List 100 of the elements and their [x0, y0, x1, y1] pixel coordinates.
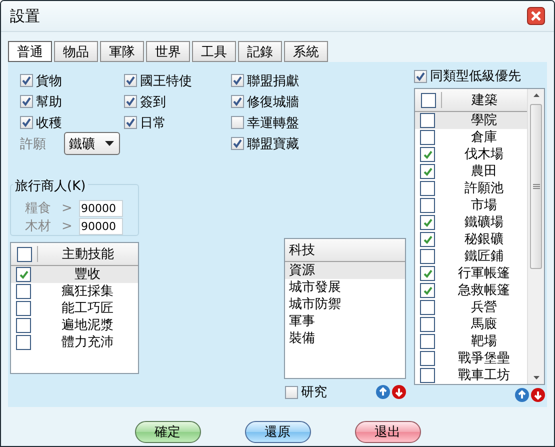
list-row[interactable]: 能工巧匠 [11, 300, 138, 317]
list-row[interactable]: 體力充沛 [11, 334, 138, 351]
checkbox[interactable] [420, 283, 435, 298]
checkbox[interactable] [420, 130, 435, 145]
checkbox[interactable] [284, 386, 298, 398]
list-row[interactable]: 農田 [415, 163, 527, 180]
list-row[interactable]: 軍事 [284, 313, 405, 330]
checkbox[interactable] [420, 368, 435, 383]
tab[interactable]: 記錄 [238, 41, 282, 62]
checkbox[interactable] [420, 92, 436, 108]
tab[interactable]: 世界 [146, 41, 190, 62]
checkbox[interactable] [16, 301, 31, 316]
checkbox-label: 幫助 [36, 94, 62, 110]
tab[interactable]: 普通 [8, 41, 52, 62]
checkbox[interactable] [231, 95, 244, 108]
list-row[interactable]: 瘋狂採集 [11, 283, 138, 300]
move-down-icon[interactable] [392, 385, 406, 399]
list-row[interactable]: 戰爭堡壘 [415, 350, 527, 367]
checkbox[interactable] [231, 116, 244, 129]
list-row[interactable]: 兵營 [415, 299, 527, 316]
operator-label: > [60, 218, 74, 234]
tab[interactable]: 軍隊 [100, 41, 144, 62]
restore-button[interactable]: 還原 [244, 421, 310, 443]
checkbox[interactable] [16, 267, 31, 282]
list-row[interactable]: 鐵礦場 [415, 214, 527, 231]
checkbox[interactable] [420, 164, 435, 179]
list-row[interactable]: 行軍帳篷 [415, 265, 527, 282]
checkbox[interactable] [420, 249, 435, 264]
move-up-icon[interactable] [376, 385, 390, 399]
checkbox[interactable] [124, 95, 137, 108]
checkbox[interactable] [16, 335, 31, 350]
checkbox[interactable] [124, 74, 137, 87]
input-field[interactable]: 90000 [79, 200, 123, 216]
list-row[interactable]: 伐木場 [415, 146, 527, 163]
move-down-icon[interactable] [531, 388, 545, 402]
checkbox[interactable] [420, 215, 435, 230]
list-row[interactable]: 秘銀礦 [415, 231, 527, 248]
checkbox-label: 日常 [140, 114, 166, 132]
group-title: 旅行商人(K) [13, 177, 88, 195]
checkbox-label: 幸運轉盤 [247, 114, 299, 132]
operator-label: > [60, 200, 74, 216]
confirm-button[interactable]: 確定 [134, 421, 200, 443]
checkbox[interactable] [16, 246, 32, 262]
checkbox[interactable] [124, 116, 137, 129]
tab[interactable]: 物品 [54, 41, 98, 62]
list-header[interactable]: 科技 [284, 239, 405, 262]
grip-icon [532, 183, 540, 190]
field-label: 糧食 [25, 200, 52, 217]
exit-button[interactable]: 退出 [354, 421, 420, 443]
list-row[interactable]: 靶場 [415, 333, 527, 350]
list-row[interactable]: 豐收 [11, 266, 138, 283]
checkbox[interactable] [16, 318, 31, 333]
column-header: 建築 [470, 92, 498, 109]
checkbox[interactable] [420, 147, 435, 162]
checkbox[interactable] [414, 70, 427, 82]
checkbox[interactable] [420, 334, 435, 349]
tab[interactable]: 系統 [284, 41, 328, 62]
list-row[interactable]: 馬廄 [415, 316, 527, 333]
checkbox[interactable] [420, 266, 435, 281]
list-row[interactable]: 學院 [415, 112, 527, 129]
checkbox[interactable] [20, 116, 33, 129]
checkbox-label: 國王特使 [140, 72, 192, 90]
input-field[interactable]: 90000 [79, 218, 123, 234]
tab[interactable]: 工具 [192, 41, 236, 62]
checkbox-label: 同類型低級優先 [430, 68, 521, 85]
list-row[interactable]: 急救帳篷 [415, 282, 527, 299]
list-row[interactable]: 裝備 [284, 330, 405, 347]
list-header[interactable]: 建築 [415, 89, 527, 112]
checkbox[interactable] [420, 232, 435, 247]
checkbox[interactable] [420, 317, 435, 332]
move-up-icon[interactable] [515, 388, 529, 402]
checkbox-label: 收穫 [36, 114, 62, 132]
list-row[interactable]: 市場 [415, 197, 527, 214]
checkbox[interactable] [420, 113, 435, 128]
column-header: 主動技能 [60, 246, 115, 263]
checkbox[interactable] [231, 74, 244, 87]
close-icon[interactable] [527, 7, 545, 25]
checkbox-label: 研究 [300, 384, 327, 401]
checkbox[interactable] [420, 198, 435, 213]
list-row[interactable]: 遍地泥漿 [11, 317, 138, 334]
list-row[interactable]: 鐵匠鋪 [415, 248, 527, 265]
list-row[interactable]: 城市防禦 [284, 296, 405, 313]
window-title: 設置 [10, 6, 40, 26]
checkbox[interactable] [20, 95, 33, 108]
checkbox[interactable] [420, 351, 435, 366]
list-row[interactable]: 許願池 [415, 180, 527, 197]
checkbox[interactable] [20, 74, 33, 87]
list-row[interactable]: 資源 [284, 262, 405, 279]
list-row[interactable]: 倉庫 [415, 129, 527, 146]
list-row[interactable]: 城市發展 [284, 279, 405, 296]
checkbox[interactable] [231, 137, 244, 150]
scrollbar[interactable] [527, 89, 544, 384]
checkbox[interactable] [420, 300, 435, 315]
list-row[interactable]: 戰車工坊 [415, 367, 527, 384]
list-header[interactable]: 主動技能 [11, 243, 138, 266]
checkbox[interactable] [420, 181, 435, 196]
checkbox-label: 修復城牆 [247, 94, 299, 110]
wish-dropdown[interactable]: 鐵礦 [64, 132, 120, 155]
checkbox-label: 貨物 [36, 72, 62, 90]
checkbox[interactable] [16, 284, 31, 299]
